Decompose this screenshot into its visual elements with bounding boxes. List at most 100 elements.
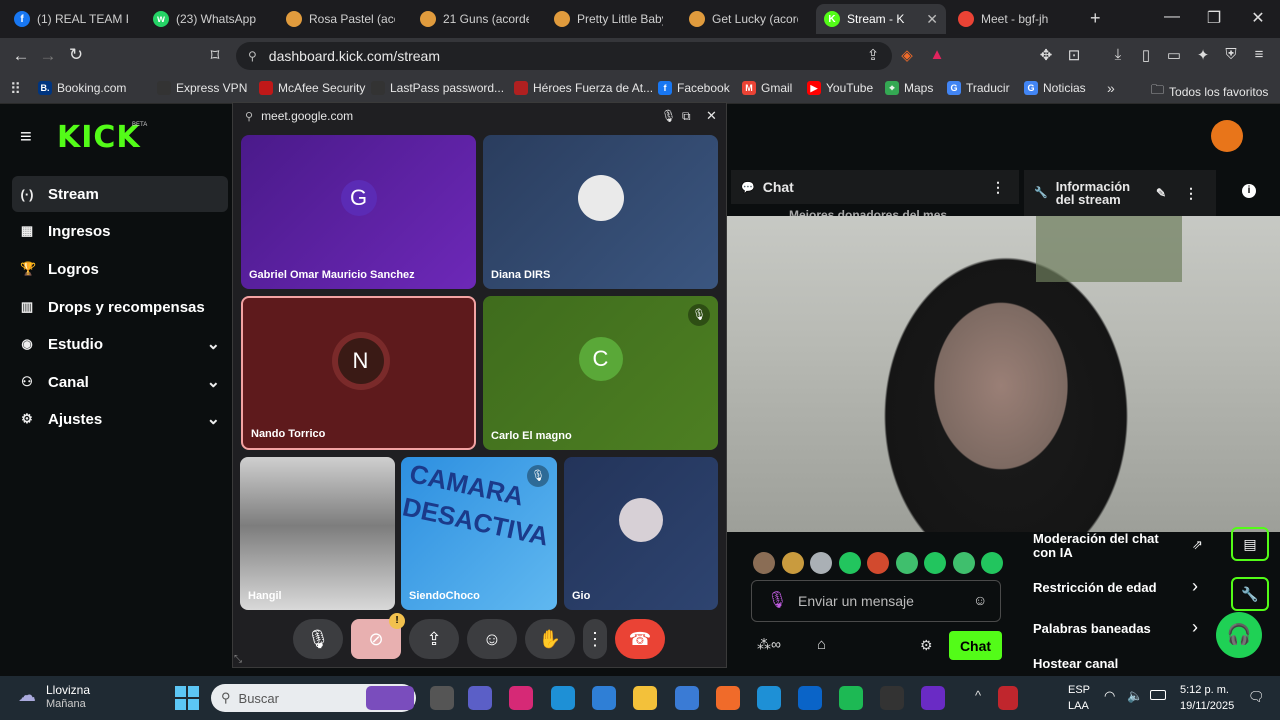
brave-shield-icon[interactable]: ◈ xyxy=(896,46,918,64)
info-button-icon[interactable]: i xyxy=(1242,184,1256,198)
outlook-icon[interactable] xyxy=(798,686,822,710)
task-view-icon[interactable] xyxy=(430,686,454,710)
chevron-right-icon[interactable]: › xyxy=(1192,576,1198,597)
reload-button[interactable]: ↻ xyxy=(65,45,87,65)
raise-hand-icon[interactable]: ✋ xyxy=(525,619,575,659)
bookmark-item[interactable]: G Traducir xyxy=(947,81,1010,95)
chat-settings-icon[interactable]: ⚙ xyxy=(920,637,933,654)
site-info-icon[interactable]: ⚲ xyxy=(248,49,257,63)
close-tab-icon[interactable]: ✕ xyxy=(926,11,938,28)
tab-0[interactable]: f (1) REAL TEAM PR xyxy=(6,4,136,34)
chevron-right-icon[interactable]: › xyxy=(1192,617,1198,638)
lang-1[interactable]: ESP xyxy=(1068,684,1090,696)
store-icon[interactable]: ⌂ xyxy=(817,636,826,653)
minimize-button[interactable]: — xyxy=(1157,8,1187,26)
screenshot-icon[interactable]: ⊡ xyxy=(1063,46,1085,64)
tab-7[interactable]: Meet - bgf-jh xyxy=(950,4,1075,34)
close-window-button[interactable]: ✕ xyxy=(1243,8,1273,28)
vpn-icon[interactable]: ⛨ xyxy=(1220,46,1242,63)
participant-tile[interactable]: C 🎙 Carlo El magno xyxy=(483,296,718,450)
community-icon[interactable]: ⁂∞ xyxy=(757,636,781,653)
bookmark-item[interactable]: LastPass password... xyxy=(371,81,504,95)
weather-icon[interactable]: ☁ xyxy=(18,685,36,706)
spotify-icon[interactable] xyxy=(839,686,863,710)
weather-text-1[interactable]: Llovizna xyxy=(46,683,90,697)
message-input[interactable]: Enviar un mensaje xyxy=(751,580,1001,622)
instagram-icon[interactable] xyxy=(509,686,533,710)
dock-button[interactable]: ▤ xyxy=(1231,527,1269,561)
forward-button[interactable]: → xyxy=(37,46,59,66)
share-icon[interactable]: ⇪ xyxy=(862,46,884,64)
wifi-icon[interactable]: ◠ xyxy=(1104,688,1115,704)
sidebar-item-5[interactable]: ⚇ Canal ⌄ xyxy=(12,364,228,400)
sidebar-item-6[interactable]: ⚙ Ajustes ⌄ xyxy=(12,401,228,437)
emote-icon[interactable] xyxy=(781,552,804,574)
media-player-icon[interactable] xyxy=(921,686,945,710)
support-headset-icon[interactable]: 🎧 xyxy=(1216,612,1262,658)
tab-3[interactable]: 21 Guns (acordes xyxy=(412,4,537,34)
emote-icon[interactable] xyxy=(981,552,1003,574)
teams-icon[interactable] xyxy=(468,686,492,710)
mic-icon[interactable]: 🎙 xyxy=(767,590,787,610)
start-button[interactable] xyxy=(175,686,199,710)
help-icon[interactable] xyxy=(757,686,781,710)
participant-tile[interactable]: Diana DIRS xyxy=(483,135,718,289)
emote-icon[interactable] xyxy=(838,552,861,574)
all-bookmarks[interactable]: 🗀 Todos los favoritos xyxy=(1151,81,1268,103)
sidebar-item-4[interactable]: ◉ Estudio ⌄ xyxy=(12,326,228,362)
weather-text-2[interactable]: Mañana xyxy=(46,698,86,710)
banned-words-item[interactable]: Palabras baneadas xyxy=(1033,622,1151,636)
resize-handle-icon[interactable]: ⤡ xyxy=(234,654,242,665)
store-app-icon[interactable] xyxy=(592,686,616,710)
sidebar-item-3[interactable]: ▥ Drops y recompensas xyxy=(12,289,228,325)
external-link-icon[interactable]: ⇗ xyxy=(1192,537,1203,553)
bookmark-item[interactable]: f Facebook xyxy=(658,81,730,95)
tab-4[interactable]: Pretty Little Baby xyxy=(546,4,671,34)
tab-6[interactable]: K Stream - K ✕ xyxy=(816,4,946,34)
chat-options-icon[interactable]: ⋮ xyxy=(991,179,1005,196)
ai-moderation-item[interactable]: Moderación del chat con IA xyxy=(1033,532,1159,560)
age-restriction-item[interactable]: Restricción de edad xyxy=(1033,581,1157,595)
edit-icon[interactable]: ✎ xyxy=(1156,186,1166,200)
volume-icon[interactable]: 🔈 xyxy=(1127,688,1143,704)
sidebar-item-0[interactable]: (·) Stream xyxy=(12,176,228,212)
address-bar[interactable]: ⚲ dashboard.kick.com/stream xyxy=(236,42,892,70)
emote-icon[interactable] xyxy=(924,552,946,574)
back-button[interactable]: ← xyxy=(10,46,32,66)
participant-tile[interactable]: CAMARA DESACTIVA 🎙 SiendoChoco xyxy=(401,457,557,610)
mic-icon[interactable]: 🎙 xyxy=(293,619,343,659)
emote-icon[interactable] xyxy=(810,552,832,574)
bookmark-item[interactable]: G Noticias xyxy=(1024,81,1086,95)
wallet-icon[interactable]: ▭ xyxy=(1163,46,1185,64)
participant-tile[interactable]: Gio xyxy=(564,457,718,610)
send-chat-button[interactable]: Chat xyxy=(949,631,1002,660)
clock-time[interactable]: 5:12 p. m. xyxy=(1180,684,1229,696)
emote-icon[interactable] xyxy=(895,552,918,574)
notifications-icon[interactable]: 🗨 xyxy=(1248,689,1265,705)
sidebar-icon[interactable]: ▯ xyxy=(1135,46,1157,64)
new-tab-button[interactable]: + xyxy=(1090,8,1101,29)
camera-off-icon[interactable]: ⊘! xyxy=(351,613,405,659)
host-channel-item[interactable]: Hostear canal xyxy=(1033,657,1118,671)
emoji-icon[interactable]: ☺ xyxy=(467,619,517,659)
close-pip-icon[interactable]: ✕ xyxy=(706,108,717,124)
tools-button[interactable]: 🔧 xyxy=(1231,577,1269,611)
extensions-icon[interactable]: ✥ xyxy=(1035,46,1057,64)
battery-icon[interactable] xyxy=(1150,690,1166,700)
participant-tile[interactable]: Hangil xyxy=(240,457,395,610)
hamburger-menu-icon[interactable]: ≡ xyxy=(20,126,32,149)
mic-tray-icon[interactable] xyxy=(1031,686,1051,710)
bookmark-item[interactable]: McAfee Security xyxy=(259,81,365,95)
brave-rewards-icon[interactable]: ▲ xyxy=(926,46,948,63)
end-call-icon[interactable]: ☎ xyxy=(615,619,665,659)
bookmark-item[interactable]: ⌖ Maps xyxy=(885,81,933,95)
more-icon[interactable]: ⋮ xyxy=(583,619,607,659)
file-explorer-icon[interactable] xyxy=(633,686,657,710)
brave-icon[interactable] xyxy=(716,686,740,710)
download-icon[interactable]: ⤓ xyxy=(1107,46,1129,63)
lang-2[interactable]: LAA xyxy=(1068,700,1089,712)
tab-2[interactable]: Rosa Pastel (acor xyxy=(278,4,403,34)
bookmarks-overflow-icon[interactable]: » xyxy=(1107,80,1115,96)
edge-icon[interactable] xyxy=(551,686,575,710)
user-avatar[interactable] xyxy=(1211,120,1243,152)
